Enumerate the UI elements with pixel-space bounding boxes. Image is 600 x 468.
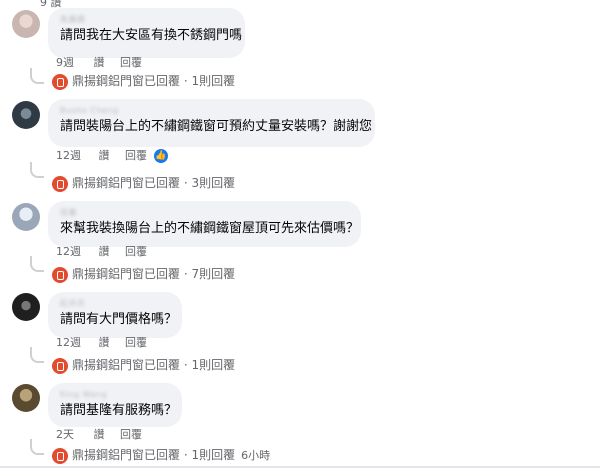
like-reaction-icon[interactable]: 👍 [154, 149, 168, 163]
comment-actions: 12週 讚 回覆 [56, 335, 147, 351]
page-name: 鼎揚鋼鋁門窗 [72, 176, 145, 190]
comment-time[interactable]: 9週 [56, 56, 74, 69]
comment-author[interactable]: 紅卉卉 [60, 298, 170, 310]
replied-text: 已回覆 [144, 358, 181, 372]
page-name: 鼎揚鋼鋁門窗 [72, 74, 145, 88]
replies-link[interactable]: 鼎揚鋼鋁門窗已回覆 · 7則回覆 [52, 265, 235, 283]
thread-connector [30, 162, 44, 178]
like-button[interactable]: 讚 [94, 56, 105, 69]
avatar[interactable] [12, 101, 40, 129]
separator: · [180, 176, 192, 190]
page-name: 鼎揚鋼鋁門窗 [72, 448, 145, 462]
comment-time[interactable]: 12週 [56, 149, 81, 162]
like-button[interactable]: 讚 [94, 428, 105, 441]
thread-connector [30, 256, 44, 272]
like-button[interactable]: 讚 [99, 149, 110, 162]
replies-link[interactable]: 鼎揚鋼鋁門窗已回覆 · 1則回覆 [52, 356, 235, 374]
avatar[interactable] [12, 10, 40, 38]
separator: · [180, 74, 192, 88]
page-name: 鼎揚鋼鋁門窗 [72, 358, 145, 372]
comment-time[interactable]: 12週 [56, 336, 81, 349]
comment-bubble: 佳蓁 來幫我裝換陽台上的不繡鋼鐵窗屋頂可先來估價嗎？ [48, 201, 361, 247]
comment-author[interactable]: King Wang [60, 389, 170, 401]
comment-bubble: 紅卉卉 請問有大門價格嗎？ [48, 292, 182, 338]
replied-text: 已回覆 [144, 176, 181, 190]
like-button[interactable]: 讚 [99, 336, 110, 349]
replies-link[interactable]: 鼎揚鋼鋁門窗已回覆 · 1則回覆 [52, 72, 235, 90]
reply-button[interactable]: 回覆 [125, 149, 147, 162]
separator: · [180, 267, 192, 281]
comment-text: 請問有大門價格嗎？ [60, 312, 178, 327]
page-avatar-icon [52, 175, 68, 192]
reply-count: 1則回覆 [191, 358, 236, 372]
thread-connector [30, 68, 44, 84]
replies-link[interactable]: 鼎揚鋼鋁門窗已回覆 · 1則回覆 6小時 [52, 446, 270, 464]
avatar[interactable] [12, 203, 40, 231]
comment-actions: 12週 讚 回覆 [56, 244, 147, 260]
comment-author[interactable]: Busho Cheng [60, 105, 363, 117]
reply-button[interactable]: 回覆 [120, 428, 142, 441]
replied-text: 已回覆 [144, 267, 181, 281]
page-avatar-icon [52, 447, 68, 464]
page-name: 鼎揚鋼鋁門窗 [72, 267, 145, 281]
like-button[interactable]: 讚 [99, 245, 110, 258]
reply-count: 1則回覆 [191, 74, 236, 88]
avatar[interactable] [12, 384, 40, 412]
reply-count: 7則回覆 [191, 267, 236, 281]
comment-author[interactable]: 朱晨媽 [60, 14, 233, 26]
thread-connector [30, 347, 44, 363]
comment-author[interactable]: 佳蓁 [60, 207, 349, 219]
replied-text: 已回覆 [144, 448, 181, 462]
comment-text: 來幫我裝換陽台上的不繡鋼鐵窗屋頂可先來估價嗎？ [60, 221, 360, 236]
page-avatar-icon [52, 266, 68, 283]
comment-text: 請問裝陽台上的不繡鋼鐵窗可預約丈量安裝嗎？謝謝您 [60, 119, 373, 134]
reply-button[interactable]: 回覆 [125, 245, 147, 258]
comment-bubble: Busho Cheng 請問裝陽台上的不繡鋼鐵窗可預約丈量安裝嗎？謝謝您 [48, 99, 375, 147]
replies-link[interactable]: 鼎揚鋼鋁門窗已回覆 · 3則回覆 [52, 174, 235, 192]
reply-count: 1則回覆 [191, 448, 236, 462]
reply-time: 6小時 [241, 449, 271, 462]
thread-connector [30, 439, 44, 455]
comment-time[interactable]: 12週 [56, 245, 81, 258]
comment-actions: 2天 讚 回覆 [56, 427, 142, 443]
replied-text: 已回覆 [144, 74, 181, 88]
comment-bubble: 朱晨媽 請問我在大安區有換不銹鋼門嗎 [48, 8, 245, 58]
separator: · [180, 358, 192, 372]
comment-bubble: King Wang 請問基隆有服務嗎？ [48, 383, 182, 427]
comment-actions: 9週 讚 回覆 [56, 55, 142, 71]
page-avatar-icon [52, 73, 68, 90]
comment-text: 請問我在大安區有換不銹鋼門嗎 [60, 28, 243, 43]
comment-time[interactable]: 2天 [56, 428, 74, 441]
separator: · [180, 448, 192, 462]
comment-actions: 12週 讚 回覆 [56, 148, 147, 164]
reply-button[interactable]: 回覆 [125, 336, 147, 349]
reply-button[interactable]: 回覆 [120, 56, 142, 69]
reply-count: 3則回覆 [191, 176, 236, 190]
page-avatar-icon [52, 357, 68, 374]
avatar[interactable] [12, 293, 40, 321]
comment-text: 請問基隆有服務嗎？ [60, 403, 178, 418]
